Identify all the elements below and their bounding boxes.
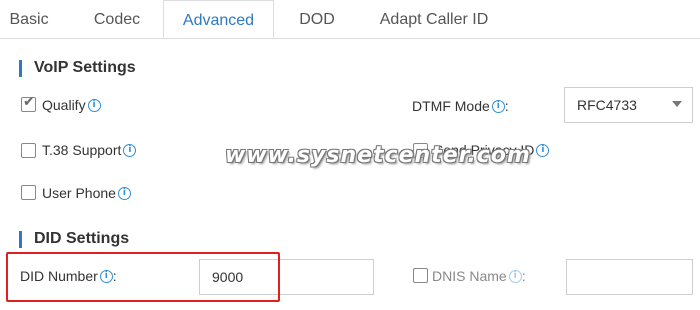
qualify-label-row: Qualify i xyxy=(42,97,101,113)
dtmf-colon: : xyxy=(504,98,509,114)
info-icon[interactable]: i xyxy=(117,186,131,200)
chevron-down-icon xyxy=(672,101,682,107)
t38-support-checkbox[interactable] xyxy=(21,143,36,158)
dtmf-mode-value: RFC4733 xyxy=(577,97,637,113)
highlight-box xyxy=(6,252,280,302)
user-phone-checkbox[interactable] xyxy=(21,185,36,200)
dtmf-mode-select[interactable]: RFC4733 xyxy=(564,87,693,123)
user-phone-label: User Phone xyxy=(42,185,116,201)
tab-codec[interactable]: Codec xyxy=(80,0,154,38)
section-accent-bar xyxy=(19,231,22,248)
tab-advanced[interactable]: Advanced xyxy=(163,0,274,38)
voip-settings-title: VoIP Settings xyxy=(34,59,136,76)
tab-adapt-caller-id[interactable]: Adapt Caller ID xyxy=(370,0,498,38)
info-icon[interactable]: i xyxy=(508,269,522,283)
tab-bar: Basic Codec Advanced DOD Adapt Caller ID xyxy=(0,0,700,39)
info-icon[interactable]: i xyxy=(87,98,101,112)
dnis-name-label: DNIS Name xyxy=(432,268,507,284)
section-accent-bar xyxy=(19,60,22,77)
t38-support-label: T.38 Support xyxy=(42,142,122,158)
qualify-checkbox[interactable]: ✔ xyxy=(21,94,36,112)
t38-label-row: T.38 Support i xyxy=(42,142,137,158)
tab-basic[interactable]: Basic xyxy=(0,0,58,38)
dnis-label-row: DNIS Name i: xyxy=(432,268,526,284)
qualify-label: Qualify xyxy=(42,97,86,113)
user-phone-label-row: User Phone i xyxy=(42,185,131,201)
info-icon[interactable]: i xyxy=(491,99,505,113)
dtmf-label-row: DTMF Mode i: xyxy=(412,98,509,114)
info-icon[interactable]: i xyxy=(123,143,137,157)
dnis-colon: : xyxy=(521,268,526,284)
info-icon[interactable]: i xyxy=(536,143,550,157)
tab-dod[interactable]: DOD xyxy=(290,0,344,38)
dnis-name-input[interactable] xyxy=(566,259,693,295)
dnis-name-checkbox[interactable] xyxy=(413,268,428,283)
did-settings-title: DID Settings xyxy=(34,230,130,247)
dtmf-mode-label: DTMF Mode xyxy=(412,98,490,114)
watermark-text: www.sysnetcenter.com xyxy=(225,143,531,168)
checkmark-icon: ✔ xyxy=(23,94,35,110)
